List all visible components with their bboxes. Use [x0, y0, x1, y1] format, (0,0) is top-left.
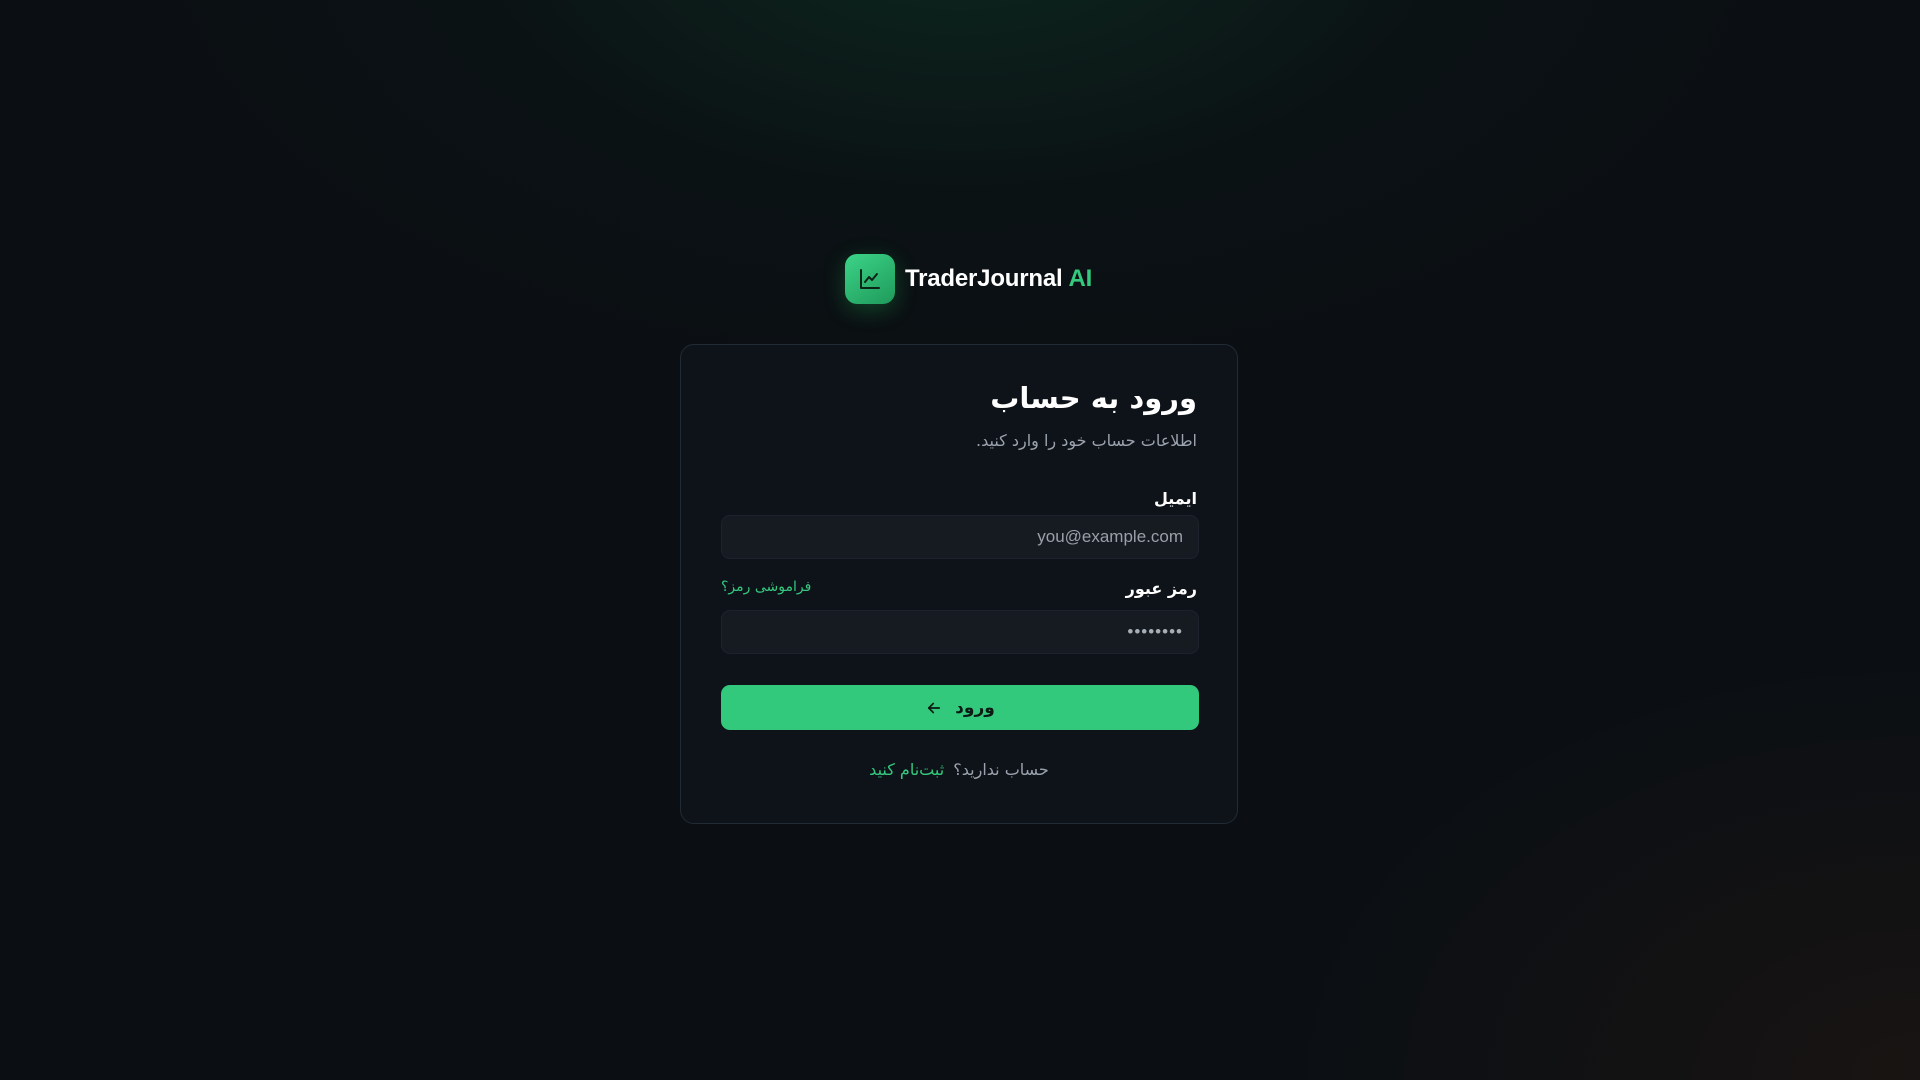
- signup-prompt-text: حساب ندارید؟: [953, 760, 1049, 779]
- brand-logo: [845, 254, 895, 304]
- line-chart-icon: [858, 267, 882, 291]
- page-subtitle: اطلاعات حساب خود را وارد کنید.: [976, 431, 1197, 450]
- signup-prompt-line: حساب ندارید؟ ثبت‌نام کنید: [681, 760, 1237, 779]
- brand-name: TraderJournal AI: [905, 265, 1092, 293]
- email-label: ایمیل: [1153, 489, 1197, 508]
- password-input[interactable]: [721, 610, 1199, 654]
- login-card: ورود به حساب اطلاعات حساب خود را وارد کن…: [680, 344, 1238, 824]
- page-title: ورود به حساب: [990, 381, 1197, 415]
- brand-name-suffix: AI: [1068, 265, 1093, 292]
- forgot-password-link[interactable]: فراموشی رمز؟: [721, 579, 811, 595]
- password-label: رمز عبور: [1125, 579, 1197, 598]
- login-button[interactable]: ورود: [721, 685, 1199, 730]
- login-button-label: ورود: [955, 697, 995, 718]
- arrow-left-icon: [925, 699, 943, 717]
- brand-name-main: TraderJournal: [905, 265, 1063, 292]
- email-input[interactable]: [721, 515, 1199, 559]
- brand-header: TraderJournal AI: [845, 254, 1092, 304]
- signup-link[interactable]: ثبت‌نام کنید: [869, 760, 944, 779]
